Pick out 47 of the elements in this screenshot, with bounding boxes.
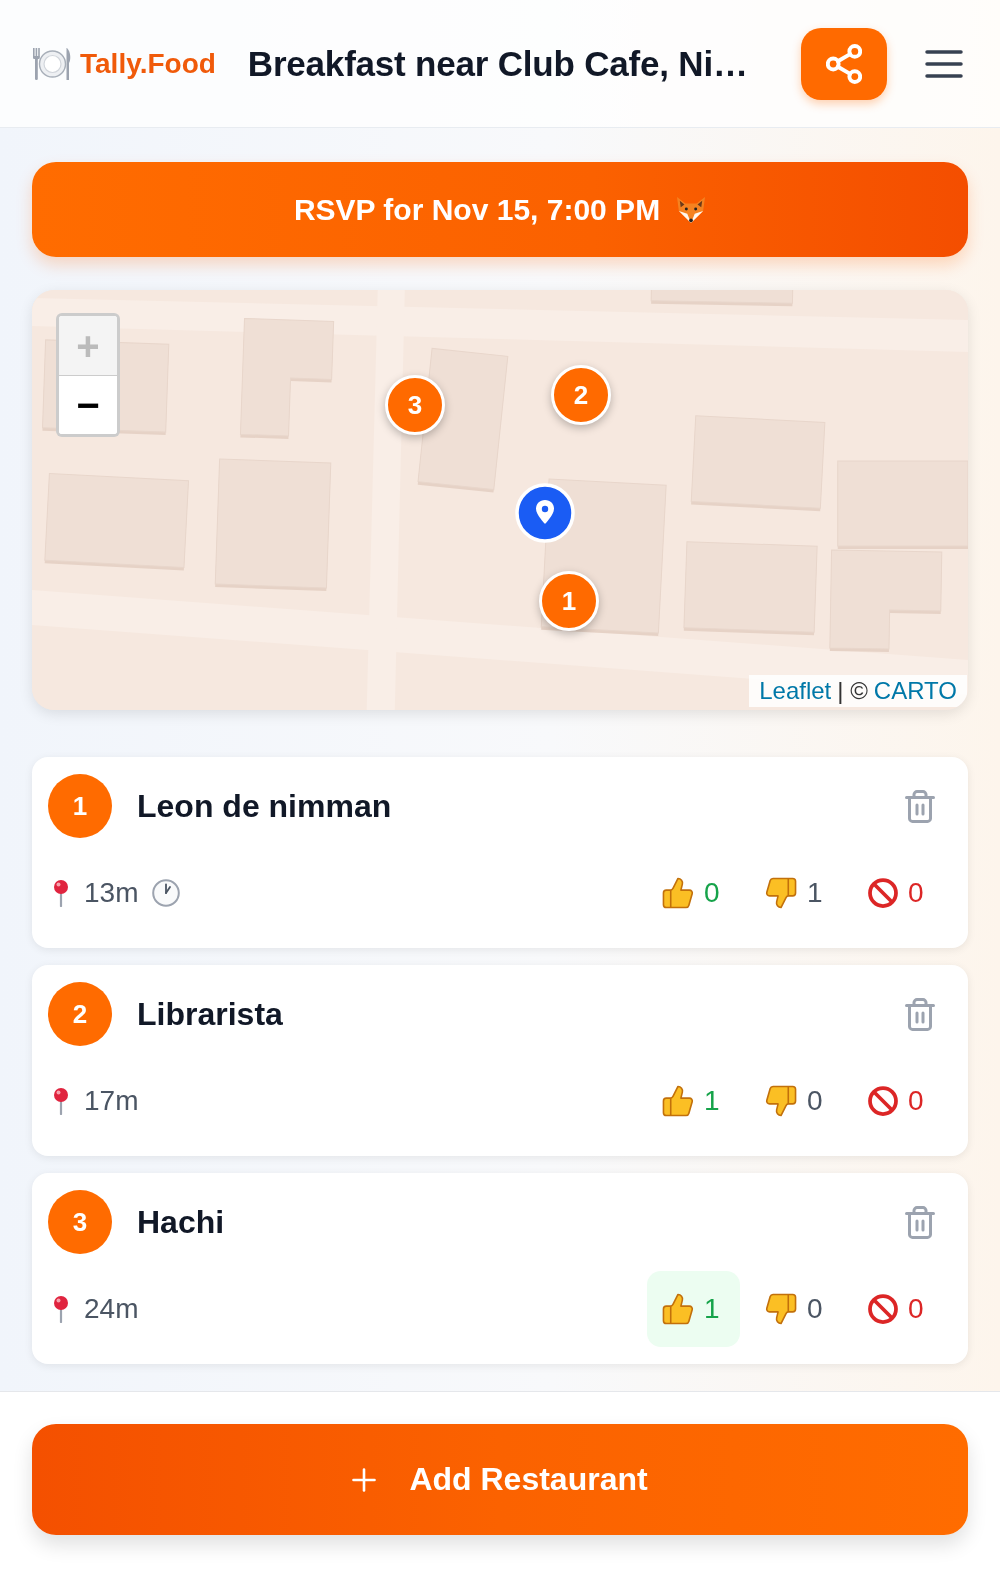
distance-text: 13m (84, 877, 139, 909)
location-marker-icon[interactable] (515, 483, 575, 543)
pin-icon (52, 1295, 70, 1323)
share-button[interactable] (801, 27, 887, 100)
prohibited-icon (868, 878, 898, 908)
trash-icon (905, 997, 935, 1031)
trash-icon (905, 789, 935, 823)
thumbs-down-icon (765, 1293, 797, 1325)
thumbs-up-button[interactable]: 0 (647, 855, 740, 931)
distance-text: 17m (84, 1085, 139, 1117)
number-badge: 2 (48, 982, 112, 1046)
thumbs-up-button[interactable]: 1 (647, 1271, 740, 1347)
trash-icon (905, 1205, 935, 1239)
thumbs-up-icon (662, 877, 694, 909)
restaurant-name: Hachi (137, 1203, 225, 1241)
veto-button[interactable]: 0 (853, 1271, 946, 1347)
veto-button[interactable]: 0 (853, 1063, 946, 1139)
thumbs-down-icon (765, 1085, 797, 1117)
add-restaurant-button[interactable]: Add Restaurant (32, 1424, 968, 1535)
thumbs-down-icon (765, 877, 797, 909)
page-title: Breakfast near Club Cafe, Ni… (247, 43, 748, 84)
thumbs-down-button[interactable]: 0 (750, 1063, 843, 1139)
number-badge: 1 (48, 774, 112, 838)
prohibited-icon (868, 1086, 898, 1116)
restaurant-name: Leon de nimman (137, 787, 392, 825)
share-icon (826, 43, 862, 84)
thumbs-down-button[interactable]: 0 (750, 1271, 843, 1347)
plus-icon (352, 1467, 377, 1492)
pin-icon (52, 879, 70, 907)
thumbs-up-button[interactable]: 1 (647, 1063, 740, 1139)
rsvp-button[interactable]: RSVP for Nov 15, 7:00 PM (32, 162, 968, 257)
fox-icon (676, 195, 707, 224)
attribution-text: | © (837, 677, 868, 705)
veto-button[interactable]: 0 (853, 855, 946, 931)
attribution-link[interactable]: Leaflet (759, 677, 832, 705)
distance-text: 24m (84, 1293, 139, 1325)
number-badge: 3 (48, 1190, 112, 1254)
logo-text[interactable]: Tally.Food (80, 47, 216, 80)
restaurant-name: Librarista (137, 995, 283, 1033)
zoom-out-button[interactable]: − (59, 375, 117, 434)
attribution-link[interactable]: CARTO (873, 677, 957, 705)
thumbs-up-icon (662, 1293, 694, 1325)
menu-icon (925, 49, 963, 78)
thumbs-up-icon (662, 1085, 694, 1117)
thumbs-down-button[interactable]: 1 (750, 855, 843, 931)
pin-icon (52, 1087, 70, 1115)
prohibited-icon (868, 1294, 898, 1324)
